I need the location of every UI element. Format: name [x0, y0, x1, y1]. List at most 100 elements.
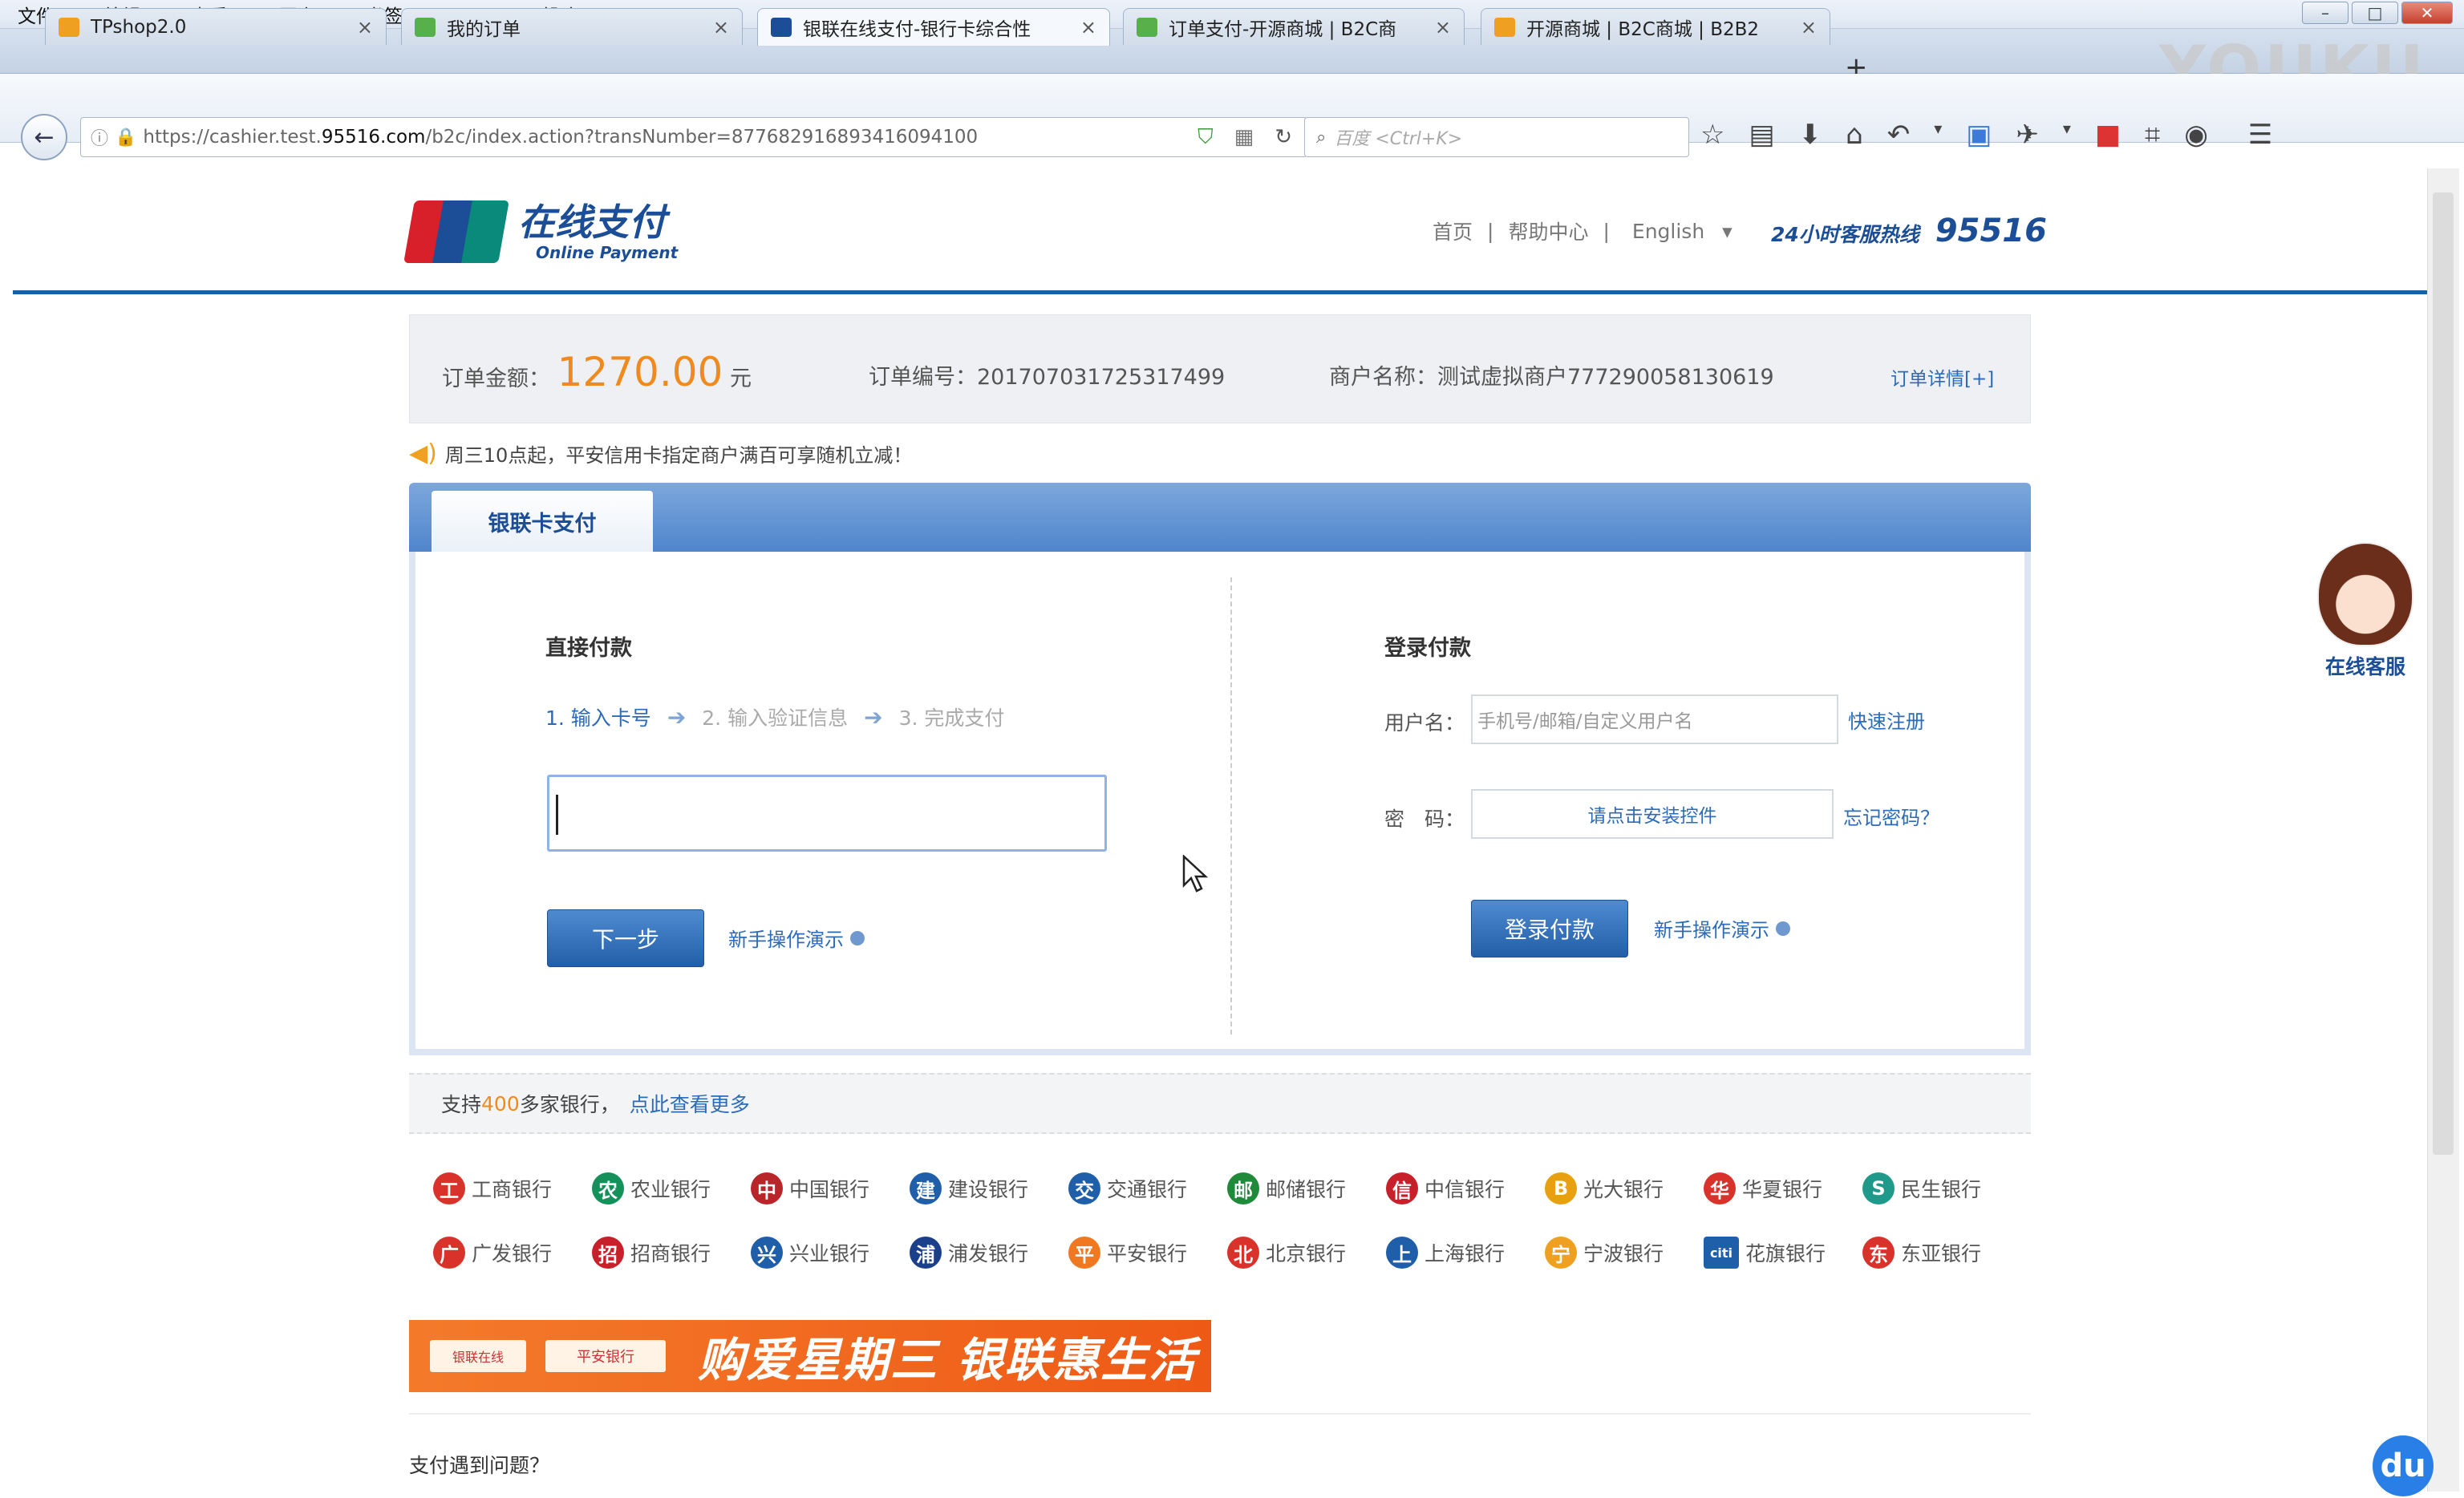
- tab-close-icon[interactable]: ×: [1801, 16, 1817, 38]
- tab-favicon-icon: [1494, 17, 1515, 37]
- crop-icon[interactable]: ⌗: [2145, 119, 2160, 151]
- more-banks-link[interactable]: 点此查看更多: [630, 1089, 750, 1118]
- close-window-button[interactable]: ✕: [2401, 2, 2453, 24]
- back-button[interactable]: ←: [21, 114, 67, 160]
- bank-item[interactable]: 上上海银行: [1386, 1237, 1505, 1269]
- bank-name: 农业银行: [630, 1178, 711, 1201]
- bank-item[interactable]: 北北京银行: [1227, 1237, 1346, 1269]
- download-icon[interactable]: ⬇: [1799, 119, 1822, 151]
- bank-logo-icon: 工: [433, 1172, 465, 1204]
- bank-item[interactable]: citi 花旗银行: [1704, 1237, 1826, 1269]
- clipboard-icon[interactable]: ▤: [1749, 119, 1774, 151]
- tab-title: 开源商城 | B2C商城 | B2B2: [1526, 18, 1760, 40]
- shield-icon[interactable]: ⛉: [1198, 125, 1214, 150]
- promo-banner[interactable]: 银联在线 平安银行 购爱星期三 银联惠生活: [409, 1320, 1211, 1392]
- login-pay-button[interactable]: 登录付款: [1471, 900, 1628, 958]
- tab-unionpay[interactable]: 银联在线支付-银行卡综合性 ×: [757, 8, 1110, 46]
- maximize-button[interactable]: □: [2352, 2, 2398, 24]
- help-center-link[interactable]: 帮助中心: [1508, 217, 1588, 245]
- tab-title: 银联在线支付-银行卡综合性: [803, 19, 1031, 40]
- password-control-install[interactable]: 请点击安装控件: [1471, 789, 1834, 839]
- step-2: 2. 输入验证信息: [702, 706, 849, 730]
- search-box[interactable]: ⌕ 百度 <Ctrl+K>: [1304, 117, 1689, 157]
- tab-my-orders[interactable]: 我的订单 ×: [401, 8, 743, 45]
- unionpay-card-icon: 银联在线: [430, 1340, 526, 1372]
- tab-close-icon[interactable]: ×: [357, 16, 373, 38]
- speaker-icon: ◀): [409, 439, 437, 468]
- bank-name: 浦发银行: [948, 1242, 1029, 1265]
- bank-name: 民生银行: [1901, 1178, 1982, 1201]
- bank-name: 邮储银行: [1266, 1178, 1347, 1201]
- link-separator: |: [1487, 219, 1494, 243]
- bank-item[interactable]: 宁宁波银行: [1545, 1237, 1664, 1269]
- quick-register-link[interactable]: 快速注册: [1848, 706, 1925, 734]
- extension-icon[interactable]: ▣: [1966, 119, 1992, 151]
- info-icon[interactable]: ⓘ: [91, 124, 108, 150]
- online-service-widget[interactable]: 在线客服: [2313, 542, 2417, 680]
- dropdown-icon[interactable]: ▾: [1934, 119, 1942, 151]
- tab-order-pay[interactable]: 订单支付-开源商城 | B2C商 ×: [1123, 8, 1465, 45]
- minimize-button[interactable]: –: [2302, 2, 2348, 24]
- bank-item[interactable]: B 光大银行: [1545, 1172, 1664, 1204]
- bank-name: 广发银行: [472, 1242, 553, 1265]
- dropdown-icon[interactable]: ▾: [2063, 119, 2071, 151]
- username-input[interactable]: 手机号/邮箱/自定义用户名: [1471, 694, 1838, 744]
- bank-logo-icon: 邮: [1227, 1172, 1259, 1204]
- reload-icon[interactable]: ↻: [1275, 125, 1292, 150]
- bank-item[interactable]: 兴兴业银行: [751, 1237, 869, 1269]
- tab-close-icon[interactable]: ×: [1080, 16, 1096, 38]
- bank-item[interactable]: 招招商银行: [592, 1237, 711, 1269]
- bank-item[interactable]: 交交通银行: [1068, 1172, 1187, 1204]
- baidu-du-icon[interactable]: du: [2373, 1435, 2434, 1496]
- tab-favicon-icon: [415, 17, 436, 37]
- bank-item[interactable]: 信中信银行: [1386, 1172, 1505, 1204]
- bank-item[interactable]: 浦浦发银行: [910, 1237, 1028, 1269]
- tutorial-link[interactable]: 新手操作演示: [1654, 914, 1790, 942]
- bank-item[interactable]: 工工商银行: [433, 1172, 552, 1204]
- chat-icon[interactable]: ◉: [2184, 119, 2208, 151]
- bank-item[interactable]: 东东亚银行: [1862, 1237, 1981, 1269]
- bank-logo-icon: 东: [1862, 1237, 1895, 1269]
- online-service-label: 在线客服: [2324, 655, 2405, 678]
- bank-item[interactable]: S 民生银行: [1862, 1172, 1981, 1204]
- tab-close-icon[interactable]: ×: [713, 16, 729, 38]
- bank-item[interactable]: 农农业银行: [592, 1172, 711, 1204]
- forgot-password-link[interactable]: 忘记密码？: [1843, 802, 1939, 830]
- card-number-input[interactable]: [547, 775, 1107, 852]
- tab-open-mall[interactable]: 开源商城 | B2C商城 | B2B2 ×: [1481, 8, 1830, 45]
- bank-name: 交通银行: [1107, 1178, 1188, 1201]
- order-amount: 订单金额： 1270.00 元: [442, 349, 752, 395]
- bank-logo-icon: 信: [1386, 1172, 1418, 1204]
- direct-pay-title: 直接付款: [545, 636, 632, 661]
- bank-item[interactable]: 华华夏银行: [1704, 1172, 1822, 1204]
- home-icon[interactable]: ⌂: [1846, 119, 1863, 151]
- undo-icon[interactable]: ↶: [1887, 119, 1911, 151]
- hamburger-menu-icon[interactable]: ☰: [2248, 119, 2272, 151]
- bank-item[interactable]: 邮邮储银行: [1227, 1172, 1346, 1204]
- order-detail-link[interactable]: 订单详情[+]: [1891, 363, 1994, 391]
- qr-code-icon[interactable]: ▦: [1234, 125, 1254, 150]
- tab-close-icon[interactable]: ×: [1435, 16, 1451, 38]
- scrollbar-thumb[interactable]: [2433, 192, 2454, 1155]
- page-scrollbar[interactable]: [2427, 168, 2459, 1492]
- tab-favicon-icon: [59, 17, 79, 37]
- language-select[interactable]: English ▾: [1632, 220, 1732, 243]
- home-link[interactable]: 首页: [1433, 217, 1473, 245]
- bank-item[interactable]: 中中国银行: [751, 1172, 869, 1204]
- bank-item[interactable]: 广广发银行: [433, 1237, 552, 1269]
- bank-item[interactable]: 建建设银行: [910, 1172, 1028, 1204]
- notification-icon[interactable]: ■: [2095, 119, 2121, 151]
- next-step-button[interactable]: 下一步: [547, 909, 704, 967]
- bookmark-star-icon[interactable]: ☆: [1700, 119, 1724, 151]
- tab-unionpay-card[interactable]: 银联卡支付: [432, 491, 653, 552]
- header-divider: [13, 290, 2427, 294]
- unionpay-logo[interactable]: 在线支付 Online Payment: [403, 200, 678, 263]
- arrow-right-icon: ➔: [864, 703, 883, 731]
- username-label: 用户名：: [1384, 711, 1465, 735]
- tutorial-link[interactable]: 新手操作演示: [728, 924, 865, 952]
- search-placeholder: 百度 <Ctrl+K>: [1334, 129, 1463, 149]
- tab-tpshop[interactable]: TPshop2.0 ×: [45, 8, 387, 45]
- plugin-icon[interactable]: ✈: [2016, 119, 2039, 151]
- address-bar[interactable]: ⓘ 🔒 https://cashier.test. 95516.com /b2c…: [80, 117, 1307, 157]
- bank-item[interactable]: 平平安银行: [1068, 1237, 1187, 1269]
